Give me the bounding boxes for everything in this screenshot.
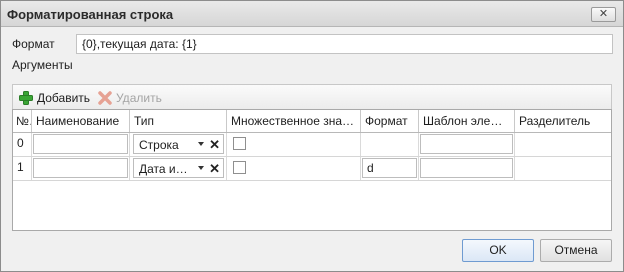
arguments-label: Аргументы (12, 58, 73, 72)
column-header-name[interactable]: Наименование (32, 110, 130, 132)
table-header: № Наименование Тип Множественное зна… Фо… (13, 110, 611, 133)
template-cell (419, 133, 515, 156)
column-header-template[interactable]: Шаблон элем… (419, 110, 515, 132)
chevron-down-icon[interactable] (198, 166, 204, 170)
column-header-separator[interactable]: Разделитель (515, 110, 611, 132)
name-cell (32, 133, 130, 156)
column-header-format[interactable]: Формат (361, 110, 419, 132)
table-row[interactable]: 1 Дата и… ✕ d (13, 157, 611, 181)
type-cell: Строка ✕ (130, 133, 227, 156)
multiple-cell (227, 133, 361, 156)
delete-button[interactable]: Удалить (97, 89, 162, 106)
type-select[interactable]: Строка ✕ (133, 134, 224, 154)
chevron-down-icon[interactable] (198, 142, 204, 146)
column-header-type[interactable]: Тип (130, 110, 227, 132)
delete-button-label: Удалить (116, 90, 162, 105)
type-select-value: Дата и… (139, 162, 188, 176)
row-index: 1 (13, 157, 32, 180)
add-button-label: Добавить (37, 90, 91, 105)
clear-x-icon[interactable]: ✕ (209, 161, 220, 177)
dialog-title: Форматированная строка (7, 7, 174, 22)
formatted-string-dialog: Форматированная строка ✕ Формат {0},теку… (0, 0, 624, 272)
template-input[interactable] (420, 158, 513, 178)
arguments-table: № Наименование Тип Множественное зна… Фо… (12, 109, 612, 231)
template-input[interactable] (420, 134, 513, 154)
format-cell[interactable] (361, 133, 419, 156)
column-header-index[interactable]: № (13, 110, 32, 132)
clear-x-icon[interactable]: ✕ (209, 137, 220, 153)
table-row[interactable]: 0 Строка ✕ (13, 133, 611, 157)
separator-cell[interactable] (515, 157, 611, 180)
separator-cell[interactable] (515, 133, 611, 156)
arguments-toolbar: Добавить Удалить (12, 84, 612, 109)
format-input-cell[interactable]: d (362, 158, 417, 178)
name-input[interactable] (33, 158, 128, 178)
multiple-cell (227, 157, 361, 180)
multiple-value-checkbox[interactable] (233, 137, 246, 150)
add-button[interactable]: Добавить (18, 89, 90, 106)
ok-button[interactable]: OK (462, 239, 534, 262)
row-index: 0 (13, 133, 32, 156)
title-bar[interactable]: Форматированная строка ✕ (1, 1, 623, 27)
format-input[interactable]: {0},текущая дата: {1} (76, 34, 613, 54)
name-cell (32, 157, 130, 180)
format-label: Формат (12, 37, 55, 51)
type-cell: Дата и… ✕ (130, 157, 227, 180)
close-icon: ✕ (598, 8, 609, 20)
delete-x-icon (98, 90, 112, 105)
format-cell: d (361, 157, 419, 180)
plus-icon (19, 90, 33, 105)
column-header-multiple[interactable]: Множественное зна… (227, 110, 361, 132)
template-cell (419, 157, 515, 180)
multiple-value-checkbox[interactable] (233, 161, 246, 174)
close-button[interactable]: ✕ (591, 7, 616, 22)
name-input[interactable] (33, 134, 128, 154)
cancel-button[interactable]: Отмена (540, 239, 612, 262)
type-select[interactable]: Дата и… ✕ (133, 158, 224, 178)
type-select-value: Строка (139, 138, 179, 152)
